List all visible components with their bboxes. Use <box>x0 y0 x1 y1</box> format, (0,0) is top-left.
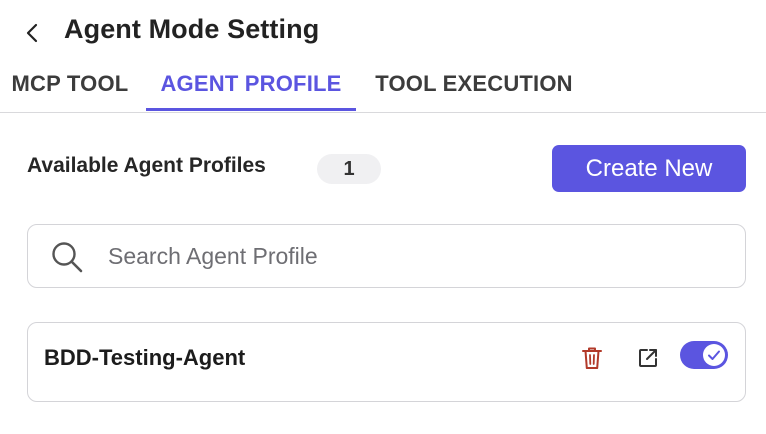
open-profile-button[interactable] <box>633 343 663 373</box>
tab-tool-execution[interactable]: TOOL EXECUTION <box>368 70 580 111</box>
back-button[interactable] <box>18 18 48 48</box>
delete-profile-button[interactable] <box>577 343 607 373</box>
tab-mcp-tool[interactable]: MCP TOOL <box>6 70 134 111</box>
page-title: Agent Mode Setting <box>64 14 320 44</box>
toggle-knob <box>703 344 725 366</box>
tab-bar: MCP TOOL AGENT PROFILE TOOL EXECUTION <box>0 64 766 113</box>
agent-mode-setting-page: Agent Mode Setting MCP TOOL AGENT PROFIL… <box>0 0 766 434</box>
profile-enable-toggle[interactable] <box>680 341 728 369</box>
profile-name: BDD-Testing-Agent <box>44 345 246 370</box>
profile-count-badge: 1 <box>317 154 381 184</box>
search-input[interactable] <box>108 237 728 275</box>
tab-agent-profile[interactable]: AGENT PROFILE <box>146 70 356 111</box>
create-new-button[interactable]: Create New <box>552 145 746 192</box>
search-box <box>27 224 746 288</box>
checkmark-icon <box>708 350 720 360</box>
available-profiles-label: Available Agent Profiles <box>27 154 266 177</box>
profile-card[interactable]: BDD-Testing-Agent <box>27 322 746 402</box>
header: Agent Mode Setting <box>0 0 766 64</box>
external-link-icon <box>639 349 657 367</box>
chevron-left-icon <box>26 23 38 43</box>
trash-icon <box>582 347 602 369</box>
search-icon <box>52 242 83 273</box>
